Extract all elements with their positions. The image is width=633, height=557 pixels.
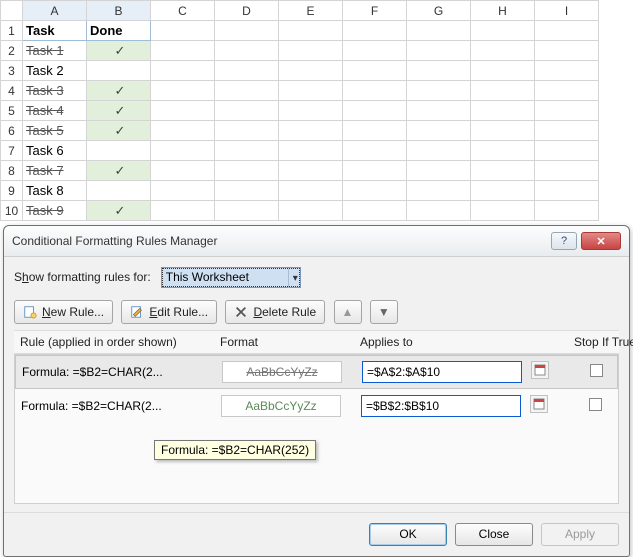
ok-button[interactable]: OK xyxy=(369,523,447,546)
new-rule-icon xyxy=(23,305,37,319)
cell[interactable] xyxy=(87,61,151,81)
spreadsheet[interactable]: A B C D E F G H I 1 Task Done 2 Task 1 ✓… xyxy=(0,0,599,221)
row-header[interactable]: 6 xyxy=(1,121,23,141)
cell[interactable]: Task 3 xyxy=(23,81,87,101)
conditional-formatting-dialog: Conditional Formatting Rules Manager ? ✕… xyxy=(3,225,630,557)
row-header[interactable]: 5 xyxy=(1,101,23,121)
delete-rule-button[interactable]: Delete Rule xyxy=(225,300,325,324)
cell[interactable]: ✓ xyxy=(87,121,151,141)
cell[interactable]: Task 8 xyxy=(23,181,87,201)
col-header-H[interactable]: H xyxy=(471,1,535,21)
new-rule-button[interactable]: New Rule... xyxy=(14,300,113,324)
col-header-A[interactable]: A xyxy=(23,1,87,21)
cell[interactable]: Task 5 xyxy=(23,121,87,141)
hdr-rule: Rule (applied in order shown) xyxy=(20,335,220,349)
applies-to-input[interactable]: =$B$2:$B$10 xyxy=(361,395,521,417)
close-button[interactable]: Close xyxy=(455,523,533,546)
move-down-button[interactable]: ▼ xyxy=(370,300,398,324)
format-preview-strike: AaBbCcYyZz xyxy=(222,361,342,383)
select-all-corner[interactable] xyxy=(1,1,23,21)
move-up-button[interactable]: ▲ xyxy=(334,300,362,324)
apply-button[interactable]: Apply xyxy=(541,523,619,546)
stop-if-true-checkbox[interactable] xyxy=(589,398,602,411)
cell[interactable]: ✓ xyxy=(87,81,151,101)
col-header-B[interactable]: B xyxy=(87,1,151,21)
cell[interactable]: ✓ xyxy=(87,101,151,121)
hdr-applies: Applies to xyxy=(360,335,560,349)
rule-label: Formula: =$B2=CHAR(2... xyxy=(22,365,222,379)
cell[interactable]: Task 9 xyxy=(23,201,87,221)
stop-if-true-checkbox[interactable] xyxy=(590,364,603,377)
format-preview-green: AaBbCcYyZz xyxy=(221,395,341,417)
rule-row[interactable]: Formula: =$B2=CHAR(2... AaBbCcYyZz =$B$2… xyxy=(15,389,618,423)
row-header[interactable]: 7 xyxy=(1,141,23,161)
cell[interactable]: ✓ xyxy=(87,41,151,61)
hdr-format: Format xyxy=(220,335,360,349)
col-header-F[interactable]: F xyxy=(343,1,407,21)
help-button[interactable]: ? xyxy=(551,232,577,250)
rules-header-row: Rule (applied in order shown) Format App… xyxy=(14,330,619,354)
rule-row[interactable]: Formula: =$B2=CHAR(2... AaBbCcYyZz =$A$2… xyxy=(15,355,618,389)
close-x-button[interactable]: ✕ xyxy=(581,232,621,250)
row-header[interactable]: 10 xyxy=(1,201,23,221)
cell[interactable]: ✓ xyxy=(87,201,151,221)
cell[interactable] xyxy=(87,181,151,201)
cell[interactable]: ✓ xyxy=(87,161,151,181)
hdr-stop: Stop If True xyxy=(560,335,633,349)
row-header[interactable]: 9 xyxy=(1,181,23,201)
range-picker-icon[interactable] xyxy=(530,395,548,413)
col-header-D[interactable]: D xyxy=(215,1,279,21)
col-header-I[interactable]: I xyxy=(535,1,599,21)
rule-tooltip: Formula: =$B2=CHAR(252) xyxy=(154,440,316,460)
applies-to-input[interactable]: =$A$2:$A$10 xyxy=(362,361,522,383)
dialog-title: Conditional Formatting Rules Manager xyxy=(12,234,217,248)
rules-list: Formula: =$B2=CHAR(2... AaBbCcYyZz =$A$2… xyxy=(14,354,619,504)
row-header[interactable]: 1 xyxy=(1,21,23,41)
range-picker-icon[interactable] xyxy=(531,361,549,379)
cell[interactable] xyxy=(87,141,151,161)
row-header[interactable]: 3 xyxy=(1,61,23,81)
edit-rule-icon xyxy=(130,305,144,319)
col-header-E[interactable]: E xyxy=(279,1,343,21)
edit-rule-button[interactable]: Edit Rule... xyxy=(121,300,217,324)
cell[interactable]: Task 1 xyxy=(23,41,87,61)
delete-rule-icon xyxy=(234,305,248,319)
col-header-G[interactable]: G xyxy=(407,1,471,21)
cell-B1[interactable]: Done xyxy=(87,21,151,41)
scope-combobox[interactable]: This Worksheet xyxy=(161,267,301,288)
cell[interactable]: Task 6 xyxy=(23,141,87,161)
show-rules-label: Show formatting rules for: xyxy=(14,270,151,284)
cell[interactable]: Task 7 xyxy=(23,161,87,181)
rule-label: Formula: =$B2=CHAR(2... xyxy=(21,399,221,413)
col-header-C[interactable]: C xyxy=(151,1,215,21)
row-header[interactable]: 4 xyxy=(1,81,23,101)
cell[interactable]: Task 2 xyxy=(23,61,87,81)
row-header[interactable]: 8 xyxy=(1,161,23,181)
cell-A1[interactable]: Task xyxy=(23,21,87,41)
row-header[interactable]: 2 xyxy=(1,41,23,61)
dialog-titlebar[interactable]: Conditional Formatting Rules Manager ? ✕ xyxy=(4,226,629,257)
cell[interactable]: Task 4 xyxy=(23,101,87,121)
